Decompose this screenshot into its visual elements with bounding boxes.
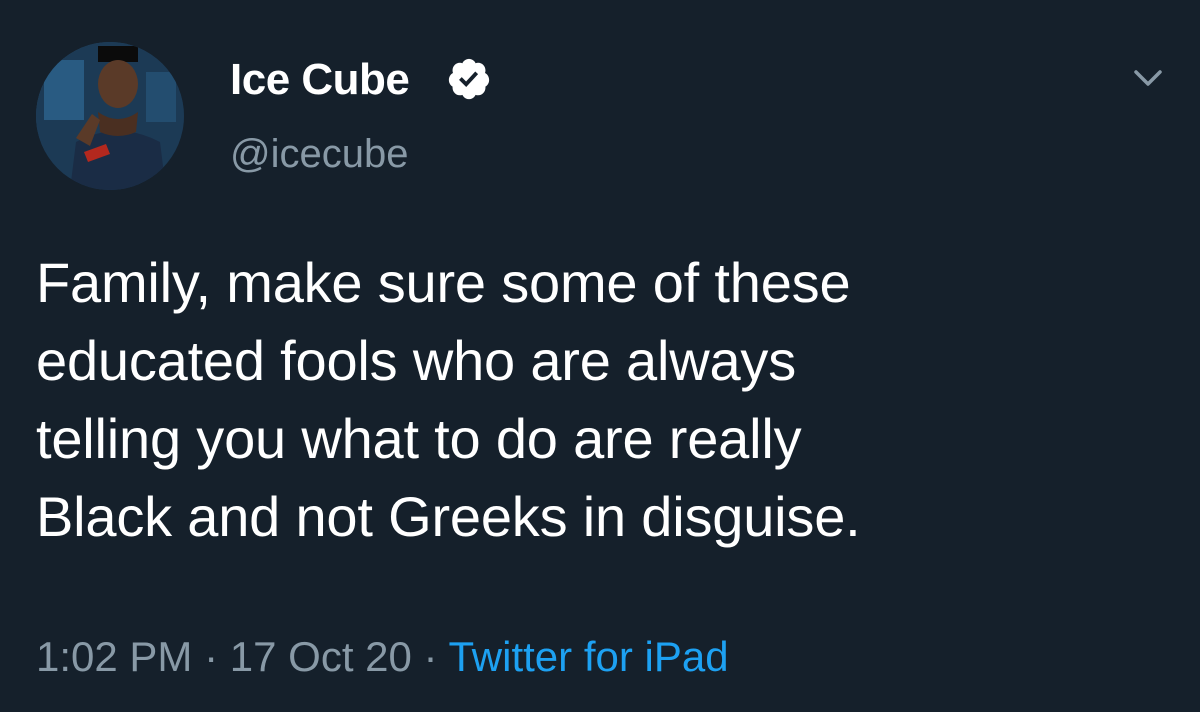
tweet-text: Family, make sure some of these educated… [36, 251, 861, 548]
avatar-image [36, 42, 184, 190]
avatar[interactable] [36, 42, 184, 190]
chevron-down-icon[interactable] [1128, 58, 1168, 98]
meta-separator: · [204, 633, 219, 680]
meta-separator: · [423, 633, 438, 680]
tweet-card: Ice Cube @icecube Family, make sure some… [0, 0, 1200, 712]
user-handle[interactable]: @icecube [230, 134, 408, 174]
tweet-time[interactable]: 1:02 PM [36, 633, 192, 680]
tweet-meta: 1:02 PM · 17 Oct 20 · Twitter for iPad [36, 630, 729, 684]
tweet-source-link[interactable]: Twitter for iPad [448, 633, 728, 680]
tweet-date[interactable]: 17 Oct 20 [230, 633, 412, 680]
verified-badge-icon [448, 58, 490, 100]
display-name[interactable]: Ice Cube [230, 58, 410, 102]
